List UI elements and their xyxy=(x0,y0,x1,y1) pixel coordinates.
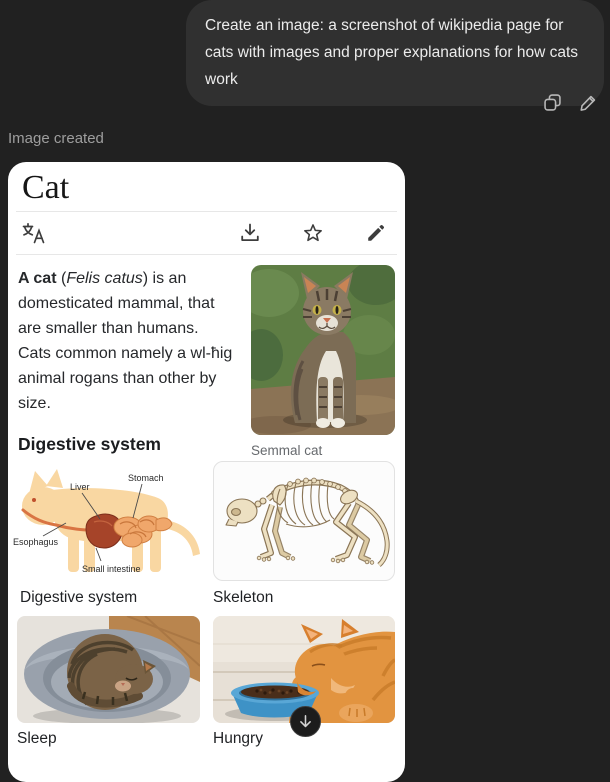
message-actions xyxy=(542,92,599,113)
copy-button[interactable] xyxy=(542,92,563,113)
lead-image-caption: Semmal cat xyxy=(251,443,323,458)
scroll-to-bottom-button[interactable] xyxy=(290,706,321,737)
copy-icon xyxy=(544,94,561,111)
user-message-text: Create an image: a screenshot of wikiped… xyxy=(205,17,579,88)
image-created-status: Image created xyxy=(8,130,104,147)
skeleton-figure: Skeleton xyxy=(213,461,395,607)
diagram-label-esophagus: Esophagus xyxy=(13,537,59,547)
section-heading-digestive-system: Digestive system xyxy=(18,434,161,454)
divider xyxy=(16,254,397,255)
star-icon xyxy=(302,222,324,244)
intro-bold: A cat xyxy=(18,270,57,287)
sleep-figure: Sleep xyxy=(17,616,200,748)
tabby-cat-photo xyxy=(251,265,395,435)
sleep-caption: Sleep xyxy=(17,730,57,747)
arrow-down-icon xyxy=(300,715,311,728)
diagram-label-liver: Liver xyxy=(70,482,90,492)
download-icon xyxy=(239,222,261,244)
digestive-diagram-figure: Liver Stomach Esophagus Small intestine … xyxy=(12,460,212,607)
intro-section: A cat (Felis catus) is an domesticated m… xyxy=(18,265,395,458)
diagram-label-small-intestine: Small intestine xyxy=(82,564,141,574)
sleeping-cat-photo xyxy=(17,616,200,723)
generated-image-card[interactable]: Cat A cat (Felis catus) is an domesticat… xyxy=(8,162,405,782)
intro-binomial: Felis catus xyxy=(66,270,143,287)
lead-cat-photo-figure: Semmal cat xyxy=(251,265,395,458)
user-message-bubble: Create an image: a screenshot of wikiped… xyxy=(186,0,604,106)
diagram-caption: Digestive system xyxy=(20,589,138,606)
digestive-system-diagram: Liver Stomach Esophagus Small intestine xyxy=(13,469,200,574)
intro-paragraph: A cat (Felis catus) is an domesticated m… xyxy=(18,265,246,458)
edit-icon xyxy=(580,95,596,111)
wiki-toolbar xyxy=(22,212,387,254)
skeleton-panel xyxy=(213,461,395,581)
cat-skeleton-illustration xyxy=(225,477,390,567)
edit-message-button[interactable] xyxy=(578,92,599,113)
wiki-page-title: Cat xyxy=(22,169,70,206)
edit-pencil-icon xyxy=(365,222,387,244)
diagram-label-stomach: Stomach xyxy=(128,473,164,483)
language-icon xyxy=(22,222,46,244)
skeleton-caption: Skeleton xyxy=(213,589,274,606)
